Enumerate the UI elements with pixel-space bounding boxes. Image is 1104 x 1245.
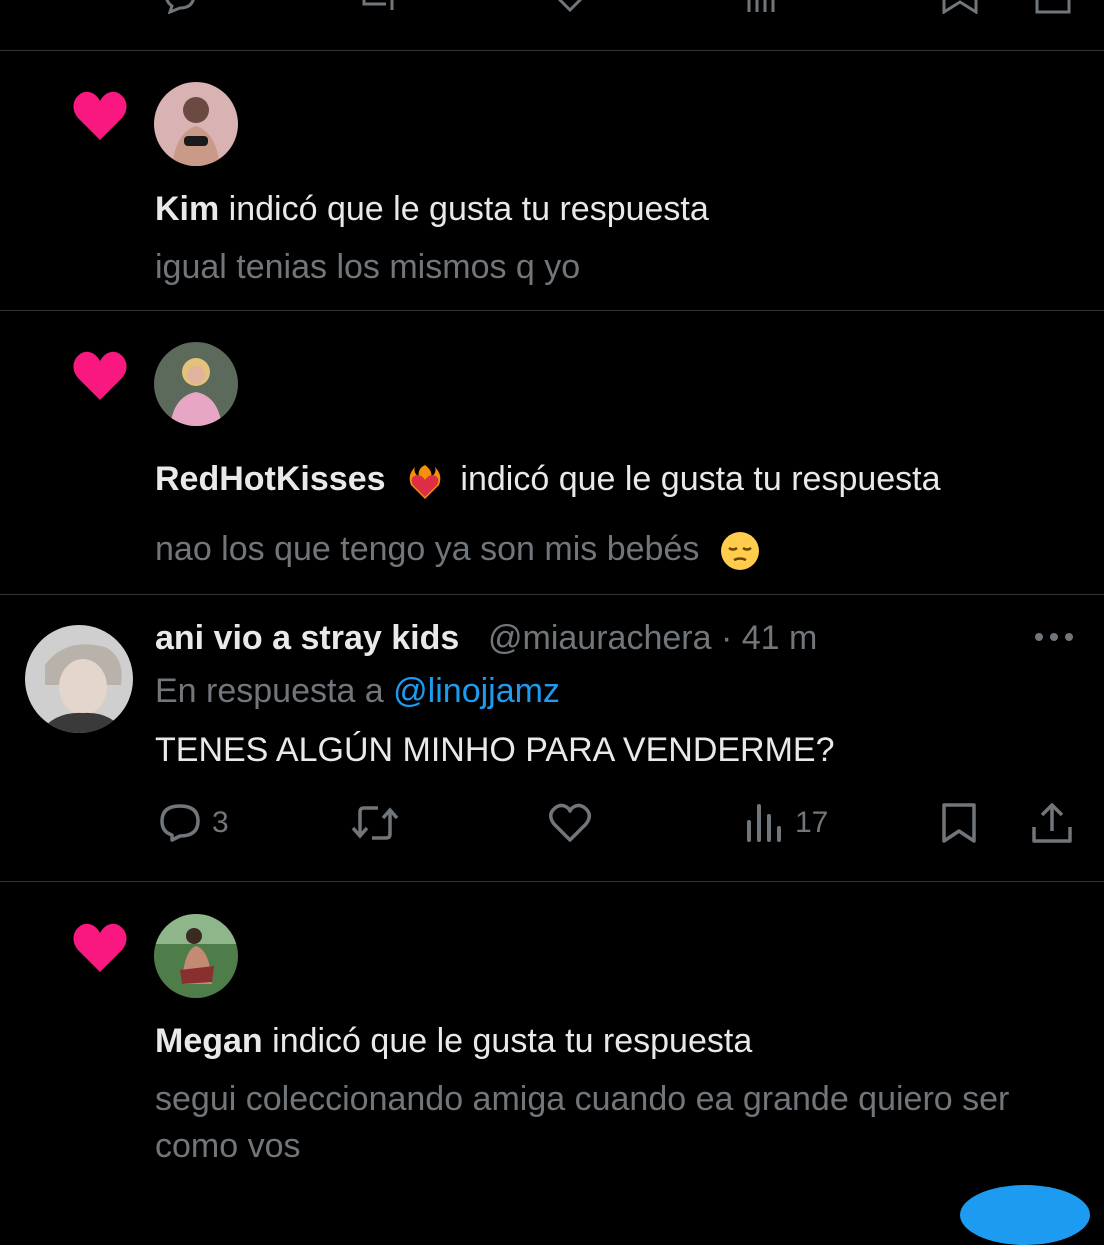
avatar[interactable] bbox=[154, 342, 238, 426]
view-count: 17 bbox=[795, 806, 829, 839]
retweet-button[interactable] bbox=[350, 795, 410, 851]
divider bbox=[0, 310, 1104, 311]
retweet-icon[interactable] bbox=[358, 0, 398, 14]
compose-button[interactable] bbox=[960, 1185, 1090, 1245]
reply-count: 3 bbox=[212, 806, 229, 839]
views-button[interactable]: 17 bbox=[745, 795, 828, 851]
share-button[interactable] bbox=[1030, 795, 1074, 851]
avatar[interactable] bbox=[154, 914, 238, 998]
more-dots-icon[interactable] bbox=[1033, 625, 1075, 649]
reply-snippet: segui coleccionando amiga cuando ea gran… bbox=[155, 1080, 1010, 1165]
user-handle[interactable]: @miaurachera bbox=[488, 619, 712, 657]
heart-outline-icon bbox=[549, 803, 591, 842]
user-name[interactable]: RedHotKisses bbox=[155, 460, 386, 498]
heart-outline-icon[interactable] bbox=[550, 0, 590, 14]
reply-bubble-icon bbox=[160, 804, 200, 842]
separator: · bbox=[711, 619, 742, 657]
timestamp[interactable]: 41 m bbox=[742, 619, 818, 657]
bookmark-icon bbox=[942, 803, 976, 843]
avatar[interactable] bbox=[154, 82, 238, 166]
tweet-text: TENES ALGÚN MINHO PARA VENDERME? bbox=[155, 731, 835, 769]
reply-button[interactable]: 3 bbox=[158, 795, 229, 851]
pensive-face-icon bbox=[720, 532, 759, 571]
reply-bubble-icon[interactable] bbox=[160, 0, 200, 14]
previous-tweet-actions bbox=[0, 0, 1104, 14]
share-icon bbox=[1032, 803, 1072, 843]
heart-filled-icon bbox=[73, 351, 127, 400]
bookmark-icon[interactable] bbox=[940, 0, 980, 14]
reply-snippet: nao los que tengo ya son mis bebés bbox=[155, 530, 700, 568]
heart-filled-icon bbox=[73, 91, 127, 140]
mention-link[interactable]: @linojjamz bbox=[393, 672, 560, 710]
avatar[interactable] bbox=[25, 625, 133, 733]
replying-to-label: En respuesta a bbox=[155, 672, 394, 710]
user-name[interactable]: Megan bbox=[155, 1022, 263, 1060]
share-icon[interactable] bbox=[1033, 0, 1073, 14]
like-button[interactable] bbox=[547, 795, 603, 851]
divider bbox=[0, 881, 1104, 882]
display-name[interactable]: ani vio a stray kids bbox=[155, 619, 459, 658]
user-name[interactable]: Kim bbox=[155, 190, 219, 228]
tweet-actions: 3 17 bbox=[0, 795, 1104, 855]
tweet[interactable]: ani vio a stray kids @miaurachera · 41 m… bbox=[0, 595, 1104, 881]
notification-action-text: indicó que le gusta tu respuesta bbox=[460, 460, 941, 498]
retweet-icon bbox=[351, 806, 399, 840]
heart-filled-icon bbox=[73, 923, 127, 972]
views-bar-icon bbox=[747, 804, 781, 842]
divider bbox=[0, 50, 1104, 51]
notification-action-text: indicó que le gusta tu respuesta bbox=[219, 190, 709, 228]
bookmark-button[interactable] bbox=[940, 795, 978, 851]
reply-snippet: igual tenias los mismos q yo bbox=[155, 248, 581, 286]
heart-on-fire-icon bbox=[409, 465, 441, 500]
notification-action-text: indicó que le gusta tu respuesta bbox=[262, 1022, 753, 1060]
views-bar-icon[interactable] bbox=[745, 0, 785, 14]
